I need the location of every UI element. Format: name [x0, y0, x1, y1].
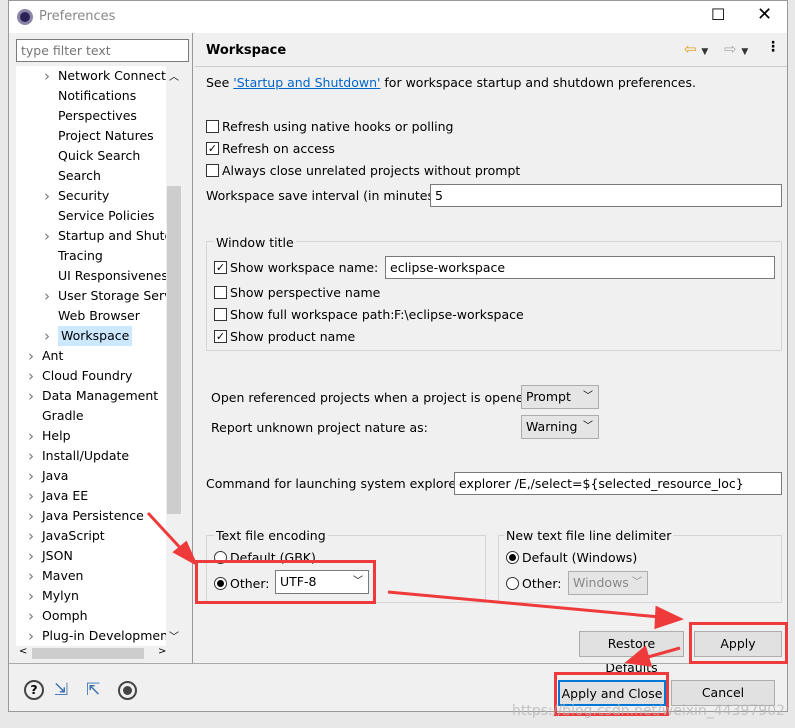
- annotation-arrows: [146, 511, 684, 667]
- watermark: https://blog.csdn.net/weixin_44397902: [512, 703, 786, 719]
